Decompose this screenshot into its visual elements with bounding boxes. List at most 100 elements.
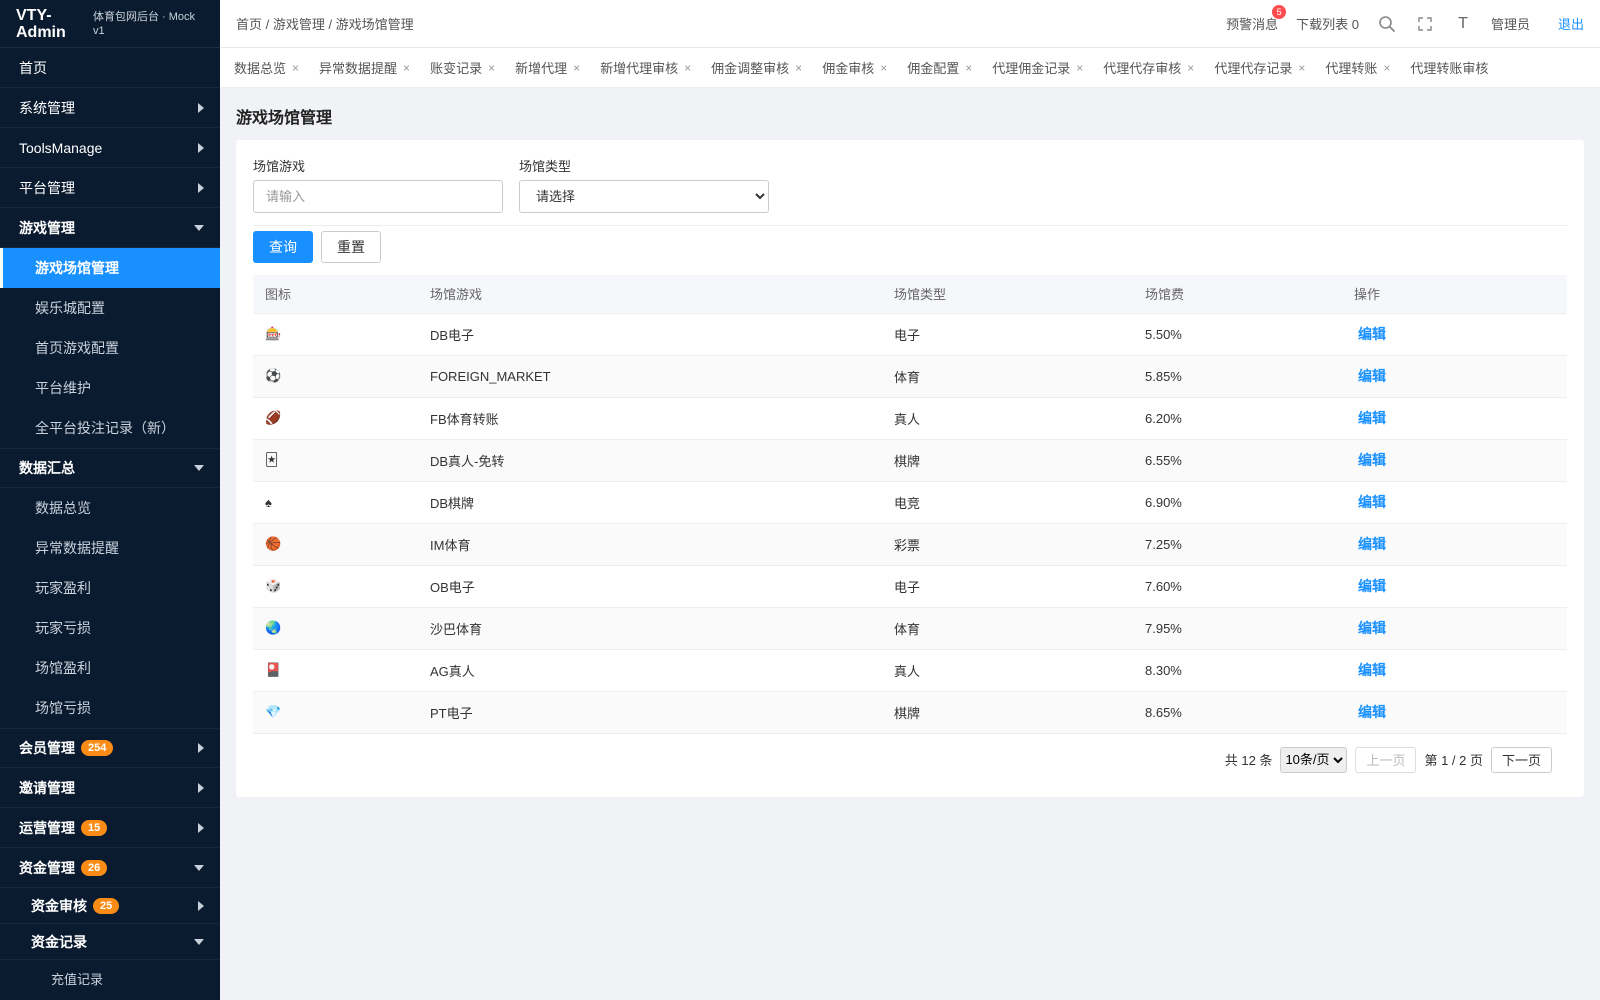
search-icon[interactable] <box>1377 14 1397 34</box>
sidebar-item-funds[interactable]: 资金管理 26 <box>0 848 220 888</box>
sidebar-item-fund-records[interactable]: 资金记录 <box>0 924 220 960</box>
sidebar-subitem-venue-profit[interactable]: 场馆盈利 <box>0 648 220 688</box>
sidebar-item-game[interactable]: 游戏管理 <box>0 208 220 248</box>
sidebar-subitem-home-game-config[interactable]: 首页游戏配置 <box>0 328 220 368</box>
table-row: 🎰 DB电子 电子 5.50% 编辑 <box>253 313 1567 356</box>
close-icon[interactable]: × <box>573 61 580 75</box>
edit-link[interactable]: 编辑 <box>1354 326 1386 342</box>
sidebar-subitem-player-profit[interactable]: 玩家盈利 <box>0 568 220 608</box>
edit-link[interactable]: 编辑 <box>1354 494 1386 510</box>
prev-page-button[interactable]: 上一页 <box>1355 746 1417 773</box>
tab-item[interactable]: 佣金审核 × <box>812 48 897 87</box>
venue-icon: 🎰 <box>265 326 282 341</box>
sidebar-item-system[interactable]: 系统管理 <box>0 88 220 128</box>
sidebar-item-data[interactable]: 数据汇总 <box>0 448 220 488</box>
alerts-button[interactable]: 预警消息 5 <box>1226 5 1287 33</box>
close-icon[interactable]: × <box>965 61 972 75</box>
edit-link[interactable]: 编辑 <box>1354 704 1386 720</box>
venue-type: 电竞 <box>894 495 921 511</box>
total-count: 共 12 条 <box>1224 753 1273 768</box>
edit-link[interactable]: 编辑 <box>1354 620 1386 636</box>
close-icon[interactable]: × <box>684 61 691 75</box>
edit-link[interactable]: 编辑 <box>1354 536 1386 552</box>
edit-link[interactable]: 编辑 <box>1354 578 1386 594</box>
venue-fee: 6.20% <box>1145 410 1182 426</box>
edit-link[interactable]: 编辑 <box>1354 410 1386 426</box>
next-page-button[interactable]: 下一页 <box>1490 746 1552 773</box>
content-card: 场馆游戏 场馆类型 请选择 查询 重置 图标 场馆游戏 场馆类型 场馆费 操作 … <box>236 140 1584 797</box>
sidebar-item-label: 首页 <box>19 59 47 76</box>
font-size-icon[interactable]: T <box>1453 14 1473 34</box>
sidebar-item-invite[interactable]: 邀请管理 <box>0 768 220 808</box>
venue-type: 体育 <box>894 369 921 385</box>
page-size-select[interactable]: 10条/页 <box>1280 746 1348 773</box>
sidebar-item-fund-audit[interactable]: 资金审核 25 <box>0 888 220 924</box>
tab-item[interactable]: 佣金配置 × <box>897 48 982 87</box>
venue-type-select[interactable]: 请选择 <box>519 180 769 213</box>
tab-item[interactable]: 新增代理审核 × <box>590 48 701 87</box>
column-header: 图标 <box>253 275 418 314</box>
tab-item[interactable]: 佣金调整审核 × <box>701 48 812 87</box>
venue-fee: 5.85% <box>1145 368 1182 384</box>
sidebar-subitem-maintenance[interactable]: 平台维护 <box>0 368 220 408</box>
tab-label: 佣金审核 <box>822 61 875 76</box>
sidebar-subitem-overview[interactable]: 数据总览 <box>0 488 220 528</box>
tab-item[interactable]: 代理代存审核 × <box>1093 48 1204 87</box>
brand: VTY-Admin 体育包网后台 · Mock v1 <box>0 0 220 48</box>
tab-item[interactable]: 代理转账 × <box>1315 48 1400 87</box>
tab-item[interactable]: 数据总览 × <box>224 48 309 87</box>
close-icon[interactable]: × <box>1076 61 1083 75</box>
alerts-badge: 5 <box>1272 5 1287 19</box>
sidebar-subitem-venue-loss[interactable]: 场馆亏损 <box>0 688 220 728</box>
venue-icon: 💎 <box>265 704 282 719</box>
sidebar-item-label: 会员管理 <box>19 740 75 756</box>
fullscreen-icon[interactable] <box>1415 14 1435 34</box>
venue-fee: 6.90% <box>1145 494 1182 510</box>
brand-subtitle: 体育包网后台 · Mock v1 <box>92 10 196 37</box>
close-icon[interactable]: × <box>1298 61 1305 75</box>
tab-item[interactable]: 账变记录 × <box>420 48 505 87</box>
tab-item[interactable]: 新增代理 × <box>505 48 590 87</box>
download-list-button[interactable]: 下载列表 0 <box>1296 14 1359 33</box>
edit-link[interactable]: 编辑 <box>1354 452 1386 468</box>
sidebar-subitem-anomaly[interactable]: 异常数据提醒 <box>0 528 220 568</box>
count-badge: 15 <box>81 819 108 836</box>
logout-link[interactable]: 退出 <box>1558 14 1584 33</box>
sidebar-item-home[interactable]: 首页 <box>0 48 220 88</box>
close-icon[interactable]: × <box>1383 61 1390 75</box>
tab-item[interactable]: 代理转账审核 <box>1400 48 1498 87</box>
sidebar-subitem-bet-records[interactable]: 全平台投注记录（新） <box>0 408 220 448</box>
reset-button[interactable]: 重置 <box>321 231 381 263</box>
tab-label: 代理转账 <box>1325 61 1378 76</box>
tab-item[interactable]: 代理代存记录 × <box>1204 48 1315 87</box>
user-name[interactable]: 管理员 <box>1491 14 1530 33</box>
sidebar-item-platform[interactable]: 平台管理 <box>0 168 220 208</box>
close-icon[interactable]: × <box>880 61 887 75</box>
brand-title: VTY-Admin <box>16 6 66 41</box>
close-icon[interactable]: × <box>795 61 802 75</box>
tab-item[interactable]: 异常数据提醒 × <box>309 48 420 87</box>
sidebar-subitem-casino-config[interactable]: 娱乐城配置 <box>0 288 220 328</box>
edit-link[interactable]: 编辑 <box>1354 662 1386 678</box>
close-icon[interactable]: × <box>488 61 495 75</box>
sidebar-item-ops[interactable]: 运营管理 15 <box>0 808 220 848</box>
tab-item[interactable]: 代理佣金记录 × <box>982 48 1093 87</box>
sidebar-item-label: 资金记录 <box>31 933 87 950</box>
sidebar-subitem-player-loss[interactable]: 玩家亏损 <box>0 608 220 648</box>
sidebar-item-member[interactable]: 会员管理 254 <box>0 728 220 768</box>
close-icon[interactable]: × <box>1187 61 1194 75</box>
header-actions: 预警消息 5 下载列表 0 T 管理员 退出 <box>1208 5 1584 34</box>
edit-link[interactable]: 编辑 <box>1354 368 1386 384</box>
sidebar-subitem-deposit-records[interactable]: 充值记录 <box>0 960 220 996</box>
venue-search-input[interactable] <box>253 180 503 213</box>
sidebar-subitem-venue[interactable]: 游戏场馆管理 <box>0 248 220 288</box>
close-icon[interactable]: × <box>292 61 299 75</box>
close-icon[interactable]: × <box>403 61 410 75</box>
venue-type: 电子 <box>894 327 921 343</box>
alerts-label: 预警消息 <box>1226 17 1279 32</box>
query-button[interactable]: 查询 <box>253 231 313 263</box>
venue-name: IM体育 <box>430 537 471 553</box>
sidebar-item-tools[interactable]: ToolsManage <box>0 128 220 168</box>
venue-icon: 🎴 <box>265 662 282 677</box>
breadcrumb: 首页 / 游戏管理 / 游戏场馆管理 <box>236 17 414 32</box>
